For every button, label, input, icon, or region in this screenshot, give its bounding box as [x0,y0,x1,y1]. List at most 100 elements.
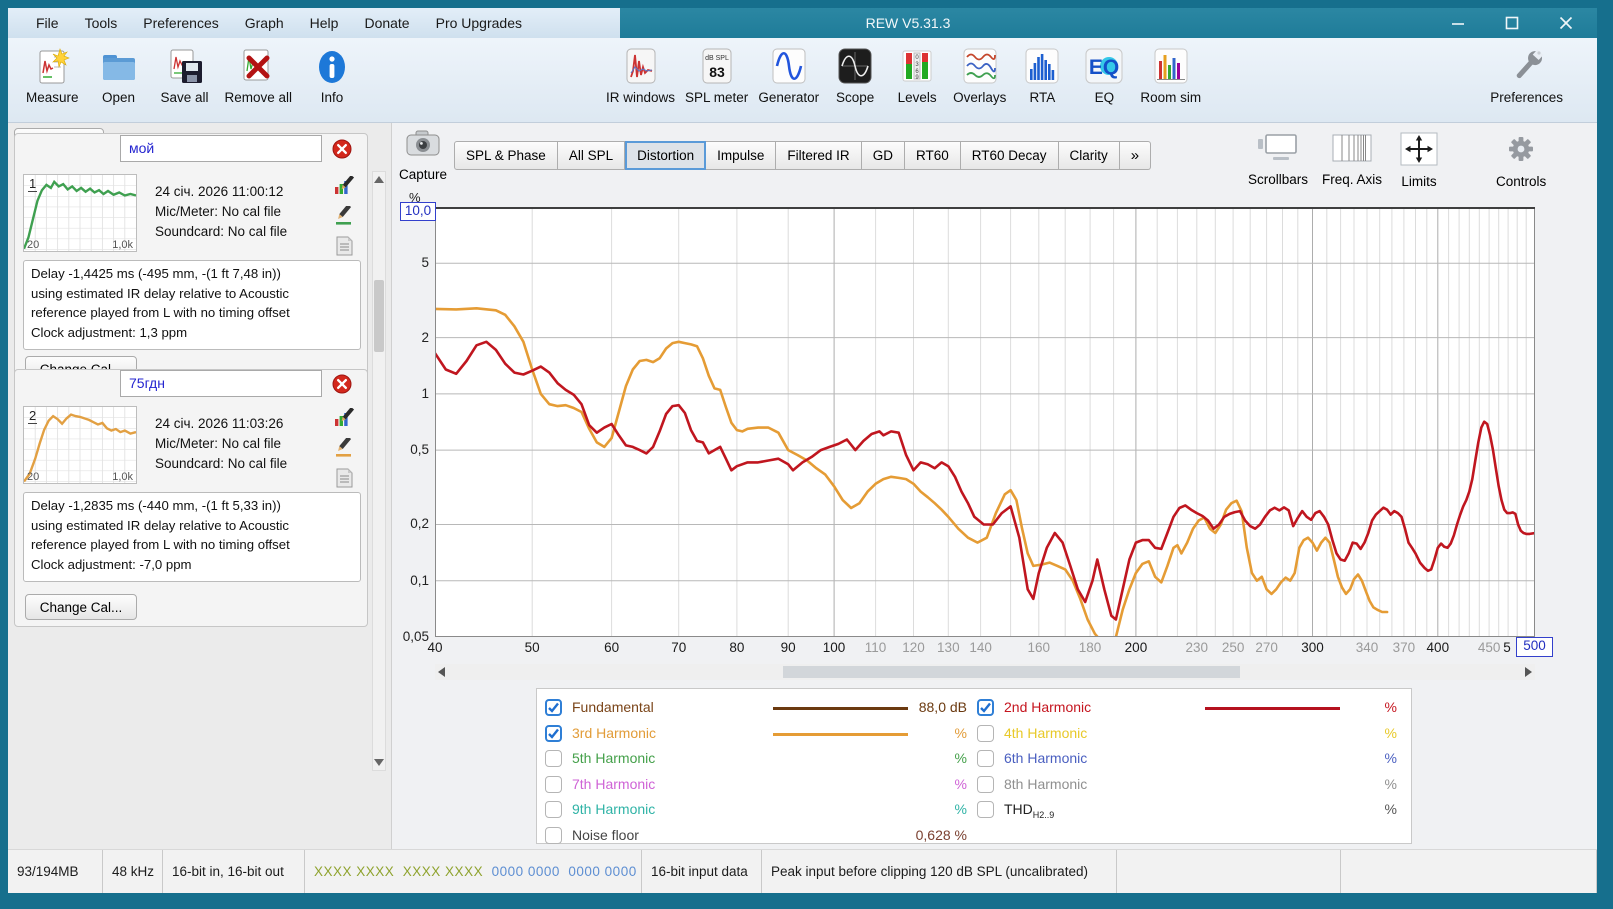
menu-item-preferences[interactable]: Preferences [133,11,228,35]
tab-filtered-ir[interactable]: Filtered IR [776,141,862,170]
tab-clarity[interactable]: Clarity [1058,141,1120,170]
legend-checkbox[interactable] [977,775,994,793]
legend-label[interactable]: 6th Harmonic [1004,750,1087,766]
legend-label[interactable]: 7th Harmonic [572,776,655,792]
legend-checkbox[interactable] [977,750,994,767]
toolbar-button-room-sim[interactable]: Room sim [1140,46,1201,105]
measurement-1-delay-info: Delay -1,4425 ms (-495 mm, -(1 ft 7,48 i… [23,260,361,350]
measurement-1-name-input[interactable]: мой [120,135,322,162]
scroll-up-icon[interactable] [374,176,384,183]
toolbar-button-preferences[interactable]: Preferences [1490,46,1563,105]
distortion-chart[interactable] [435,207,1535,637]
measurement-1-thumbnail[interactable]: 1 20 1,0k [23,174,137,252]
legend-label[interactable]: 4th Harmonic [1004,725,1087,741]
toolbar-button-scope[interactable]: Scope [829,46,881,105]
scroll-left-icon[interactable] [438,667,445,677]
tab-rt60[interactable]: RT60 [904,141,961,170]
capture-button[interactable]: Capture [399,129,447,182]
trace-color-icon[interactable] [333,204,355,226]
tab-all-spl[interactable]: All SPL [557,141,626,170]
limits-button[interactable]: Limits [1396,131,1442,189]
legend-label[interactable]: 5th Harmonic [572,750,655,766]
scroll-down-icon[interactable] [374,759,384,766]
measurement-2-change-cal-button[interactable]: Change Cal... [25,594,137,620]
legend-label[interactable]: 2nd Harmonic [1004,699,1091,715]
menu-item-file[interactable]: File [26,11,69,35]
toolbar-button-overlays[interactable]: Overlays [953,46,1006,105]
x-axis-labels: 40 50 60 70 80 90 100 110 120 130 140 160 180 200 230 2… [427,640,1543,658]
legend-checkbox[interactable] [545,750,562,767]
legend-row-9th-harmonic: 9th Harmonic% [545,799,975,821]
scroll-right-icon[interactable] [1525,667,1532,677]
toolbar-button-ir-windows[interactable]: IR windows [606,46,675,105]
tab-rt60-decay[interactable]: RT60 Decay [960,141,1059,170]
toolbar-button-info[interactable]: Info [306,46,358,105]
horizontal-scrollbar-thumb[interactable] [783,666,1240,678]
horizontal-scrollbar[interactable] [435,664,1535,680]
toolbar-button-measure[interactable]: Measure [26,46,79,105]
measurement-card-1[interactable]: 1 20 1,0k 24 січ. 2026 11:00:12 Mic/Mete… [14,133,368,388]
legend-label[interactable]: 9th Harmonic [572,801,655,817]
x-tick-50: 50 [524,640,540,655]
notes-icon[interactable] [333,468,355,488]
toolbar-group-preferences: Preferences [1490,46,1563,105]
notes-icon[interactable] [333,236,355,256]
measurement-2-delete-icon[interactable] [332,374,352,394]
toolbar-button-generator[interactable]: Generator [758,46,819,105]
legend-checkbox[interactable] [545,826,562,844]
menu-item-tools[interactable]: Tools [75,11,128,35]
measurement-2-soundcard: Soundcard: No cal file [155,456,288,471]
tab-spl-phase[interactable]: SPL & Phase [454,141,558,170]
tab-distortion[interactable]: Distortion [625,141,707,170]
legend-checkbox[interactable] [977,699,994,716]
trace-options-icon[interactable] [333,174,355,196]
tab-impulse[interactable]: Impulse [706,141,777,170]
title-bar: File Tools Preferences Graph Help Donate Pro U… [8,8,1597,38]
legend-checkbox[interactable] [977,801,994,818]
panel-scrollbar-thumb[interactable] [374,280,384,352]
legend-checkbox[interactable] [977,724,994,742]
menu-item-donate[interactable]: Donate [354,11,419,35]
trace-options-icon[interactable] [333,406,355,428]
measurements-panel: Collapse « 1 20 1,0k 24 січ. 2026 11:00:… [8,123,392,849]
legend-checkbox[interactable] [545,724,562,742]
toolbar-button-levels[interactable]: 0 3 6 9 Levels [891,46,943,105]
legend-label[interactable]: 3rd Harmonic [572,725,656,741]
legend-label[interactable]: Fundamental [572,699,654,715]
menu-item-pro-upgrades[interactable]: Pro Upgrades [426,11,532,35]
measurement-1-delete-icon[interactable] [332,139,352,159]
toolbar-button-open[interactable]: Open [93,46,145,105]
tab-gd[interactable]: GD [861,141,905,170]
trace-color-icon[interactable] [333,436,355,458]
toolbar-button-eq[interactable]: EQ EQ [1078,46,1130,105]
close-button[interactable] [1553,12,1579,34]
graph-area: Capture SPL & Phase All SPL Distortion Impu… [392,123,1597,849]
measurement-2-thumbnail[interactable]: 2 20 1,0k [23,406,137,484]
legend-checkbox[interactable] [545,801,562,818]
legend-row-2nd-harmonic: 2nd Harmonic% [977,697,1405,719]
freq-axis-button[interactable]: Freq. Axis [1322,131,1382,189]
toolbar-button-spl-meter[interactable]: dB SPL 83 SPL meter [685,46,748,105]
minimize-button[interactable] [1445,12,1471,34]
panel-scrollbar[interactable] [372,171,386,771]
y-axis-max-limit-input[interactable]: 10,0 [400,202,436,221]
x-axis-max-limit-input[interactable]: 500 [1516,637,1553,657]
legend-checkbox[interactable] [545,775,562,793]
scrollbars-button[interactable]: Scrollbars [1248,131,1308,189]
measurement-card-2[interactable]: 2 20 1,0k 24 січ. 2026 11:03:26 Mic/Mete… [14,369,368,627]
legend-label[interactable]: 8th Harmonic [1004,776,1087,792]
measurement-2-name-input[interactable]: 75гдн [120,370,322,397]
legend-label[interactable]: THDH2..9 [1004,801,1054,820]
legend-label[interactable]: Noise floor [572,827,639,843]
controls-button[interactable]: Controls [1496,131,1546,189]
menu-item-graph[interactable]: Graph [235,11,294,35]
toolbar-button-save-all[interactable]: Save all [159,46,211,105]
menu-item-help[interactable]: Help [300,11,349,35]
maximize-button[interactable] [1499,12,1525,34]
harmonics-legend-panel: Fundamental 88,0 dB 3rd Harmonic% 5th Harmo… [536,688,1412,844]
tab-overflow-chevron[interactable]: » [1119,141,1152,170]
toolbar-button-rta[interactable]: RTA [1016,46,1068,105]
legend-checkbox[interactable] [545,699,562,716]
scope-icon [832,46,878,88]
toolbar-button-remove-all[interactable]: Remove all [225,46,292,105]
